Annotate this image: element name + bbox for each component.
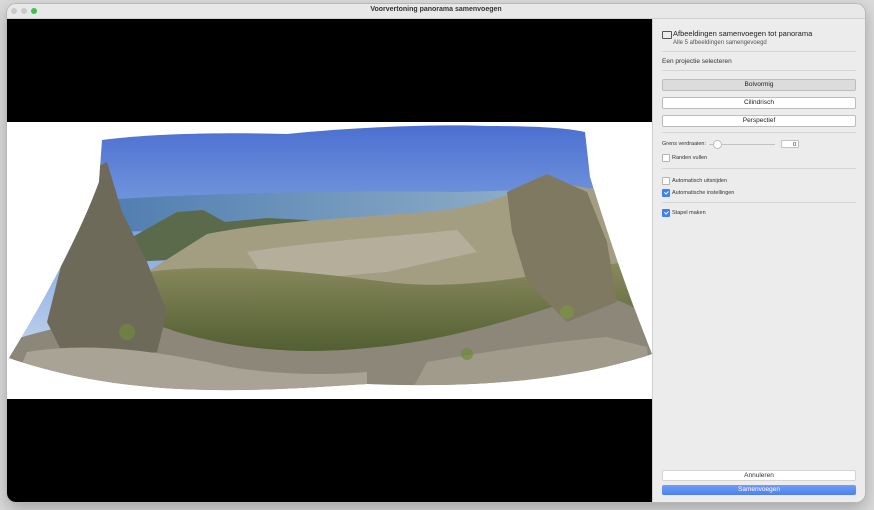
projection-cylindrical-button[interactable]: Cilindrisch	[662, 97, 856, 109]
fill-edges-label: Randen vullen	[672, 155, 708, 161]
auto-crop-label: Automatisch uitsnijden	[672, 178, 728, 184]
panel-subtitle: Alle 5 afbeeldingen samengevoegd	[673, 40, 767, 46]
boundary-warp-slider-knob[interactable]	[713, 140, 722, 149]
cancel-button[interactable]: Annuleren	[662, 470, 856, 481]
auto-crop-checkbox[interactable]	[662, 177, 670, 185]
panorama-options-panel: Afbeeldingen samenvoegen tot panorama Al…	[652, 19, 865, 502]
title-bar: Voorvertoning panorama samenvoegen	[7, 4, 865, 19]
image-icon	[662, 31, 672, 39]
projection-section-label: Een projectie selecteren	[662, 58, 732, 65]
panorama-photo	[9, 125, 652, 391]
fill-edges-checkbox[interactable]	[662, 154, 670, 162]
auto-settings-checkbox[interactable]	[662, 189, 670, 197]
divider	[662, 168, 856, 169]
panorama-preview-area	[7, 19, 652, 502]
merge-panorama-window: Voorvertoning panorama samenvoegen Afbee…	[7, 4, 865, 502]
create-stack-label: Stapel maken	[672, 210, 706, 216]
divider	[662, 70, 856, 71]
merge-button[interactable]: Samenvoegen	[662, 485, 856, 495]
auto-settings-label: Automatische instellingen	[672, 190, 735, 196]
divider	[662, 202, 856, 203]
panel-title: Afbeeldingen samenvoegen tot panorama	[673, 29, 813, 38]
create-stack-checkbox[interactable]	[662, 209, 670, 217]
boundary-warp-label: Grens verdraaien:	[662, 141, 707, 147]
panorama-image	[9, 125, 652, 391]
divider	[662, 51, 856, 52]
boundary-warp-value-field[interactable]: 0	[781, 140, 799, 148]
divider	[662, 132, 856, 133]
projection-perspective-button[interactable]: Perspectief	[662, 115, 856, 127]
projection-spherical-button[interactable]: Bolvormig	[662, 79, 856, 91]
window-title: Voorvertoning panorama samenvoegen	[370, 6, 502, 13]
